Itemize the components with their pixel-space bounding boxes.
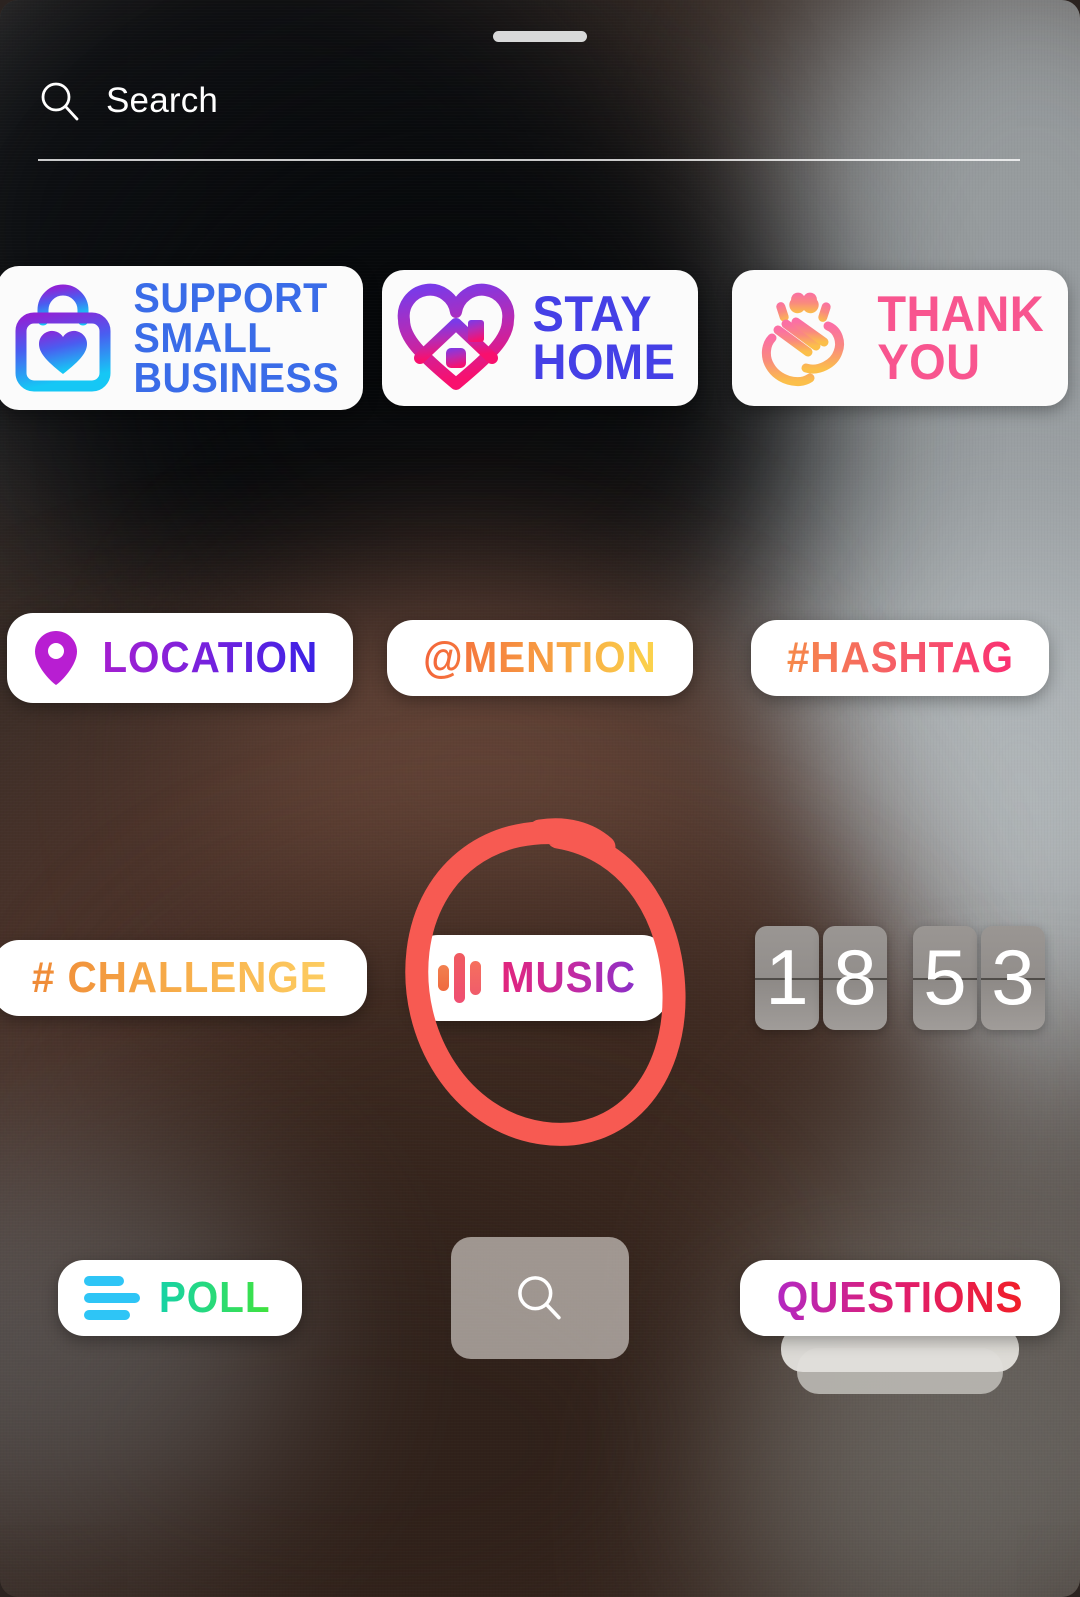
label-line: SUPPORT <box>133 273 328 321</box>
search-bar[interactable]: Search <box>38 70 1020 132</box>
sticker-thank-you[interactable]: THANK YOU <box>732 270 1068 406</box>
sticker-stay-home[interactable]: STAY HOME <box>382 270 698 406</box>
sticker-cell: #HASHTAG <box>740 498 1060 818</box>
sticker-poll[interactable]: POLL <box>58 1260 302 1336</box>
poll-bar <box>84 1293 141 1303</box>
shopping-bag-heart-icon <box>15 284 111 392</box>
sticker-cell: SUPPORT SMALL BUSINESS <box>0 178 364 498</box>
sticker-tray-screen: Search SUPPORT SMALL BUSINESS STAY HOME … <box>0 0 1080 1597</box>
sticker-cell: LOCATION <box>6 498 354 818</box>
poll-bar <box>84 1310 131 1320</box>
clock-digit: 1 <box>765 933 809 1021</box>
sticker-gif-search[interactable] <box>451 1237 629 1359</box>
clock-digit: 5 <box>923 933 967 1021</box>
wave-bar <box>438 965 450 991</box>
sticker-cell <box>380 1138 700 1458</box>
search-input-placeholder[interactable]: Search <box>106 81 218 121</box>
search-divider <box>38 159 1020 161</box>
sticker-label: QUESTIONS <box>776 1273 1024 1322</box>
search-icon <box>41 82 79 121</box>
sticker-cell: QUESTIONS <box>739 1138 1061 1458</box>
label-line: YOU <box>877 334 981 390</box>
label-line: SMALL <box>133 313 272 361</box>
sticker-questions[interactable]: QUESTIONS <box>739 1260 1061 1336</box>
sticker-grid: SUPPORT SMALL BUSINESS STAY HOME THANK Y… <box>0 178 1080 1458</box>
label-line: BUSINESS <box>133 354 339 402</box>
poll-bar <box>84 1276 125 1286</box>
drag-handle[interactable] <box>493 31 587 42</box>
sticker-music[interactable]: MUSIC <box>412 935 668 1021</box>
clock-tile: 1 <box>755 926 819 1030</box>
heart-house-icon <box>397 283 515 390</box>
sticker-label: LOCATION <box>102 633 318 682</box>
poll-bars-icon <box>84 1276 141 1320</box>
search-icon <box>518 1276 561 1320</box>
sticker-label: SUPPORT SMALL BUSINESS <box>133 273 339 402</box>
sticker-cell: 1 8 5 3 <box>740 818 1060 1138</box>
sticker-hashtag[interactable]: #HASHTAG <box>750 620 1050 696</box>
map-pin-icon <box>34 631 77 685</box>
sticker-label: #HASHTAG <box>786 633 1014 682</box>
sticker-cell: MUSIC <box>380 818 700 1146</box>
clock-tile: 3 <box>981 926 1045 1030</box>
wave-bar <box>454 953 466 1003</box>
sticker-row-1: SUPPORT SMALL BUSINESS STAY HOME THANK Y… <box>0 178 1080 498</box>
clock-hours-group: 1 8 <box>755 926 887 1030</box>
clapping-hands-heart-icon <box>762 292 849 386</box>
label-line: STAY <box>532 286 652 342</box>
sticker-cell: THANK YOU <box>732 178 1068 498</box>
sticker-questions-stack[interactable]: QUESTIONS <box>739 1260 1061 1394</box>
sticker-label: THANK YOU <box>877 286 1045 390</box>
sticker-cell: STAY HOME <box>380 178 700 498</box>
label-line: THANK <box>877 286 1045 342</box>
sticker-location[interactable]: LOCATION <box>6 613 354 703</box>
music-waveform-icon <box>438 951 482 1005</box>
sticker-challenge[interactable]: # CHALLENGE <box>0 940 367 1016</box>
sticker-mention[interactable]: @MENTION <box>387 620 693 696</box>
clock-tile: 5 <box>913 926 977 1030</box>
sticker-label: POLL <box>159 1273 271 1322</box>
sticker-cell: POLL <box>20 1138 340 1458</box>
sticker-countdown-clock[interactable]: 1 8 5 3 <box>755 926 1045 1030</box>
sticker-cell: @MENTION <box>380 498 700 818</box>
sticker-label: STAY HOME <box>532 286 676 390</box>
sticker-label: MUSIC <box>500 953 637 1002</box>
sticker-label: @MENTION <box>423 633 657 682</box>
sticker-cell: # CHALLENGE <box>0 818 367 1138</box>
clock-digit: 3 <box>991 933 1035 1021</box>
sticker-row-2: LOCATION @MENTION #HASHTAG <box>0 498 1080 818</box>
clock-minutes-group: 5 3 <box>913 926 1045 1030</box>
wave-bar <box>470 961 482 995</box>
sticker-support-small-business[interactable]: SUPPORT SMALL BUSINESS <box>0 265 364 411</box>
sticker-label: # CHALLENGE <box>32 953 328 1002</box>
sticker-row-4: POLL QUESTIONS <box>0 1138 1080 1458</box>
sticker-row-3: # CHALLENGE MUSIC 1 8 5 3 <box>0 818 1080 1146</box>
label-line: HOME <box>532 334 676 390</box>
clock-tile: 8 <box>823 926 887 1030</box>
clock-digit: 8 <box>833 933 877 1021</box>
